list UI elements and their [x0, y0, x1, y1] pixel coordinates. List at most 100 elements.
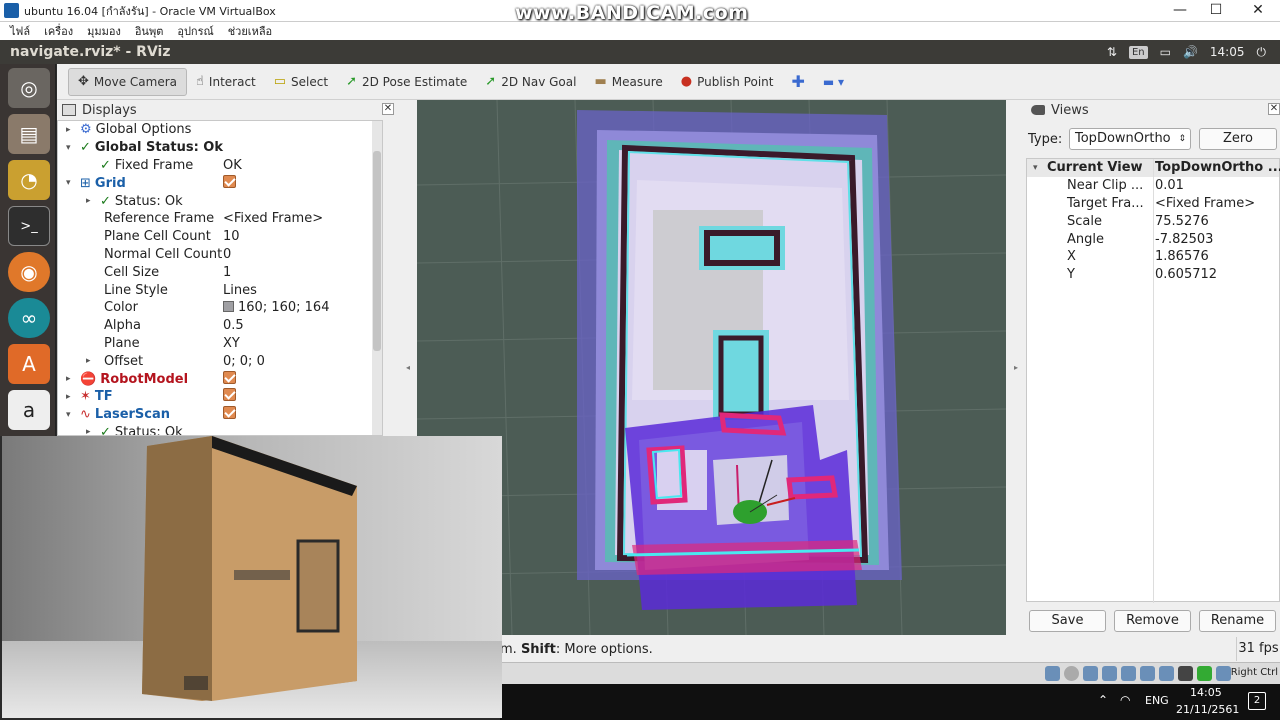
- menu-help[interactable]: ช่วยเหลือ: [228, 22, 272, 40]
- terminal-icon[interactable]: >_: [8, 206, 50, 246]
- display-value[interactable]: 0; 0; 0: [223, 354, 265, 369]
- enabled-checkbox[interactable]: [223, 370, 236, 384]
- optical-drive-icon[interactable]: [1064, 666, 1079, 681]
- clock[interactable]: 14:05: [1210, 45, 1245, 59]
- view-properties-tree[interactable]: ▾ Current View TopDownOrtho ... Near Clip .…: [1026, 158, 1280, 603]
- display-row[interactable]: Plane XY: [58, 335, 382, 353]
- close-button[interactable]: ✕: [1238, 0, 1278, 22]
- view-property-value[interactable]: <Fixed Frame>: [1155, 196, 1255, 211]
- minimize-button[interactable]: —: [1160, 0, 1200, 22]
- audio-icon[interactable]: [1083, 666, 1098, 681]
- display-value[interactable]: <Fixed Frame>: [223, 211, 323, 226]
- select-tool[interactable]: ▭ Select: [265, 68, 337, 96]
- move-camera-tool[interactable]: ✥ Move Camera: [68, 67, 187, 96]
- expand-arrow-icon[interactable]: ▸: [86, 356, 96, 366]
- display-value[interactable]: 0: [223, 247, 231, 262]
- color-swatch[interactable]: [223, 301, 234, 313]
- taskbar-date[interactable]: 21/11/2561: [1176, 703, 1239, 716]
- 2d-nav-goal-tool[interactable]: ➚ 2D Nav Goal: [476, 68, 585, 96]
- add-tool-button[interactable]: ✚: [782, 68, 813, 96]
- expand-arrow-icon[interactable]: ▸: [66, 374, 76, 384]
- view-property-value[interactable]: 75.5276: [1155, 214, 1209, 229]
- amazon-icon[interactable]: a: [8, 390, 50, 430]
- menu-input[interactable]: อินพุต: [135, 22, 164, 40]
- volume-icon[interactable]: 🔊: [1183, 45, 1198, 59]
- zero-button[interactable]: Zero: [1199, 128, 1277, 150]
- rviz-3d-viewport[interactable]: [417, 100, 1006, 635]
- view-property-value[interactable]: 0.01: [1155, 178, 1184, 193]
- displays-tree[interactable]: ▸ ⚙ Global Options ▾ ✓ Global Status: Ok ✓ Fixe…: [57, 120, 383, 436]
- display-row[interactable]: ▸ Offset 0; 0; 0: [58, 352, 382, 370]
- close-panel-icon[interactable]: ✕: [1268, 103, 1280, 115]
- expand-arrow-icon[interactable]: ▾: [66, 410, 76, 420]
- taskbar-time[interactable]: 14:05: [1190, 686, 1222, 699]
- display-row[interactable]: Color 160; 160; 164: [58, 299, 382, 317]
- close-panel-icon[interactable]: ✕: [382, 103, 394, 115]
- enabled-checkbox[interactable]: [223, 174, 236, 188]
- expand-arrow-icon[interactable]: ▸: [86, 196, 96, 206]
- notification-center-icon[interactable]: 2: [1248, 692, 1266, 710]
- chevron-up-icon[interactable]: ⌃: [1098, 693, 1108, 707]
- interact-tool[interactable]: ☝ Interact: [187, 68, 265, 96]
- display-row[interactable]: ▾ ✓ Global Status: Ok: [58, 139, 382, 157]
- expand-arrow-icon[interactable]: ▾: [66, 143, 76, 153]
- display-value[interactable]: OK: [223, 158, 242, 173]
- recording-icon[interactable]: [1178, 666, 1193, 681]
- menu-view[interactable]: มุมมอง: [87, 22, 121, 40]
- menu-devices[interactable]: อุปกรณ์: [177, 22, 213, 40]
- enabled-checkbox[interactable]: [223, 388, 236, 402]
- enabled-checkbox[interactable]: [223, 406, 236, 420]
- network-arrows-icon[interactable]: ⇅: [1107, 45, 1117, 59]
- expand-arrow-icon[interactable]: ▸: [66, 392, 76, 402]
- displays-scrollbar[interactable]: [372, 121, 382, 435]
- display-row[interactable]: Normal Cell Count 0: [58, 246, 382, 264]
- display-row[interactable]: ▸ ⚙ Global Options: [58, 121, 382, 139]
- hdd-icon[interactable]: [1045, 666, 1060, 681]
- remove-tool-button[interactable]: ▬ ▾: [814, 68, 853, 96]
- display-row[interactable]: Alpha 0.5: [58, 317, 382, 335]
- ros-turtle-icon[interactable]: ◔: [8, 160, 50, 200]
- expand-arrow-icon[interactable]: ▾: [66, 178, 76, 188]
- display-row[interactable]: ✓ Fixed Frame OK: [58, 157, 382, 175]
- files-icon[interactable]: ▤: [8, 114, 50, 154]
- menu-machine[interactable]: เครื่อง: [44, 22, 73, 40]
- battery-icon[interactable]: ▭: [1160, 45, 1171, 59]
- display-value[interactable]: [223, 174, 236, 192]
- view-type-select[interactable]: TopDownOrtho ⇕: [1069, 128, 1191, 150]
- display-value[interactable]: 10: [223, 229, 240, 244]
- expand-arrow-icon[interactable]: ▸: [66, 125, 76, 135]
- power-gear-icon[interactable]: ⏻: [1257, 45, 1267, 60]
- save-button[interactable]: Save: [1029, 610, 1106, 632]
- publish-point-tool[interactable]: ● Publish Point: [672, 68, 783, 96]
- display-value[interactable]: [223, 370, 236, 388]
- arduino-icon[interactable]: ∞: [8, 298, 50, 338]
- right-splitter-handle[interactable]: ▸: [1007, 100, 1025, 635]
- firefox-icon[interactable]: ◉: [8, 252, 50, 292]
- display-value[interactable]: 0.5: [223, 318, 244, 333]
- display-value[interactable]: [223, 406, 236, 423]
- scrollbar-thumb[interactable]: [373, 151, 381, 351]
- rename-button[interactable]: Rename: [1199, 610, 1276, 632]
- expand-arrow-icon[interactable]: ▾: [1033, 163, 1043, 173]
- network-icon[interactable]: [1102, 666, 1117, 681]
- display-value[interactable]: XY: [223, 336, 240, 351]
- 2d-pose-estimate-tool[interactable]: ➚ 2D Pose Estimate: [337, 68, 476, 96]
- maximize-button[interactable]: ☐: [1196, 0, 1236, 22]
- display-value[interactable]: [223, 388, 236, 405]
- display-value[interactable]: 1: [223, 265, 231, 280]
- software-center-icon[interactable]: A: [8, 344, 50, 384]
- ubuntu-dash-icon[interactable]: ◎: [8, 68, 50, 108]
- view-property-value[interactable]: TopDownOrtho ...: [1155, 160, 1280, 175]
- menu-file[interactable]: ไฟล์: [10, 22, 30, 40]
- remove-button[interactable]: Remove: [1114, 610, 1191, 632]
- usb-icon[interactable]: [1121, 666, 1136, 681]
- display-row[interactable]: Plane Cell Count 10: [58, 228, 382, 246]
- keyboard-language-indicator[interactable]: En: [1128, 45, 1148, 59]
- display-value[interactable]: Lines: [223, 283, 257, 298]
- display-row[interactable]: Reference Frame <Fixed Frame>: [58, 210, 382, 228]
- wifi-icon[interactable]: ◠: [1120, 693, 1130, 707]
- view-property-value[interactable]: -7.82503: [1155, 232, 1213, 247]
- mouse-integration-icon[interactable]: [1216, 666, 1231, 681]
- display-row[interactable]: ▸ ⛔ RobotModel: [58, 370, 382, 388]
- display-row[interactable]: ▸ ✓ Status: Ok: [58, 192, 382, 210]
